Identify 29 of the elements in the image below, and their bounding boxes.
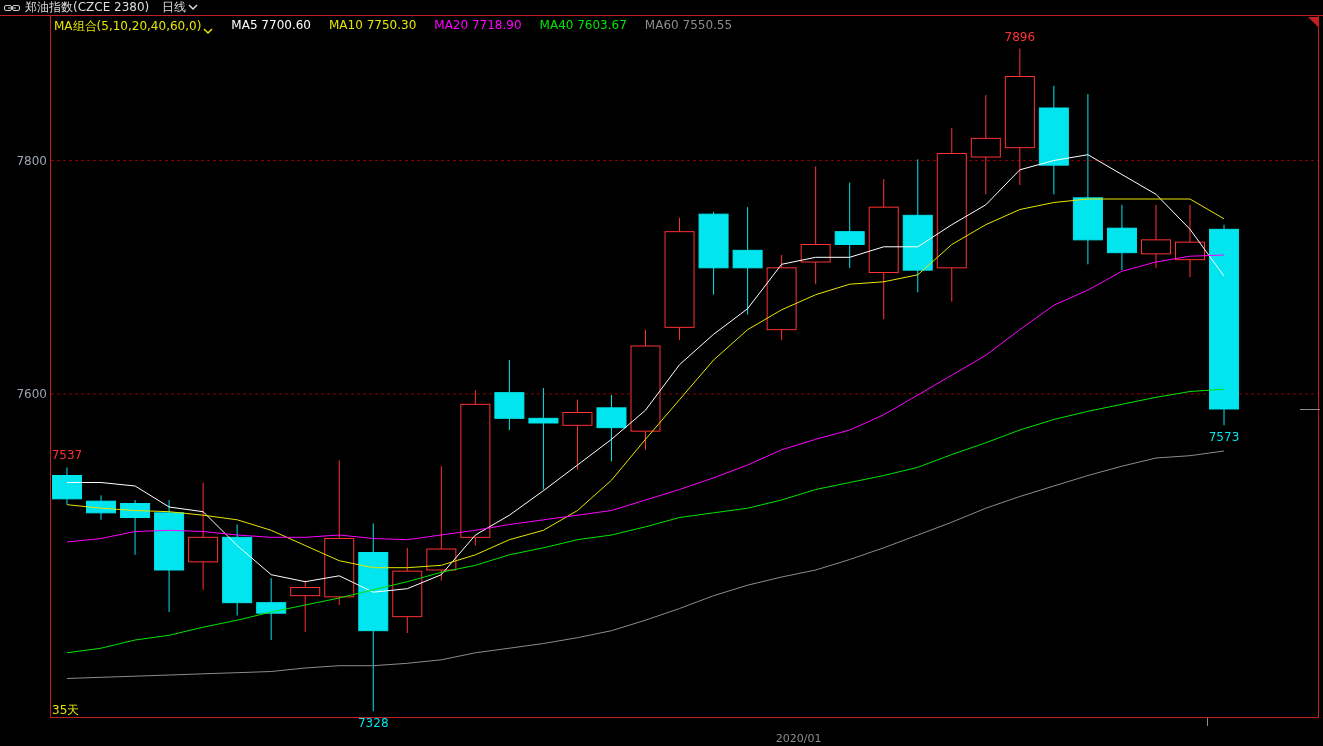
link-icon[interactable] (4, 3, 20, 12)
price-annotation: 7537 (51, 448, 83, 463)
candlestick (1106, 204, 1137, 271)
x-axis-label: 2020/01 (775, 732, 822, 745)
ma-reading: MA40 7603.67 (539, 18, 627, 34)
candlestick (256, 577, 287, 641)
indicator-dropdown[interactable]: MA组合(5,10,20,40,60,0) (54, 18, 214, 35)
candlestick (86, 494, 117, 521)
candlestick (596, 394, 627, 462)
ma-reading: MA10 7750.30 (329, 18, 417, 34)
y-axis-label: 7800 (16, 153, 47, 168)
candlestick (494, 359, 525, 431)
candlestick (120, 499, 151, 556)
candlestick (1140, 204, 1171, 269)
period-dropdown[interactable]: 日线 (154, 0, 199, 16)
ma-reading: MA60 7550.55 (644, 18, 733, 34)
chevron-icon (203, 28, 214, 35)
price-annotation: 7573 (1208, 430, 1240, 445)
y-axis-label: 7600 (16, 386, 47, 401)
candlestick (52, 466, 82, 506)
candlestick (562, 399, 593, 471)
price-annotation: 7896 (1004, 29, 1036, 44)
ma-reading: MA20 7718.90 (434, 18, 522, 34)
chevron-icon (188, 4, 199, 11)
symbol-title: 郑油指数(CZCE 2380) (25, 0, 150, 16)
period-count-label: 35天 (52, 703, 80, 717)
candlestick (290, 580, 321, 633)
price-annotation: 7328 (358, 716, 389, 731)
ma-reading: MA5 7700.60 (231, 18, 311, 34)
